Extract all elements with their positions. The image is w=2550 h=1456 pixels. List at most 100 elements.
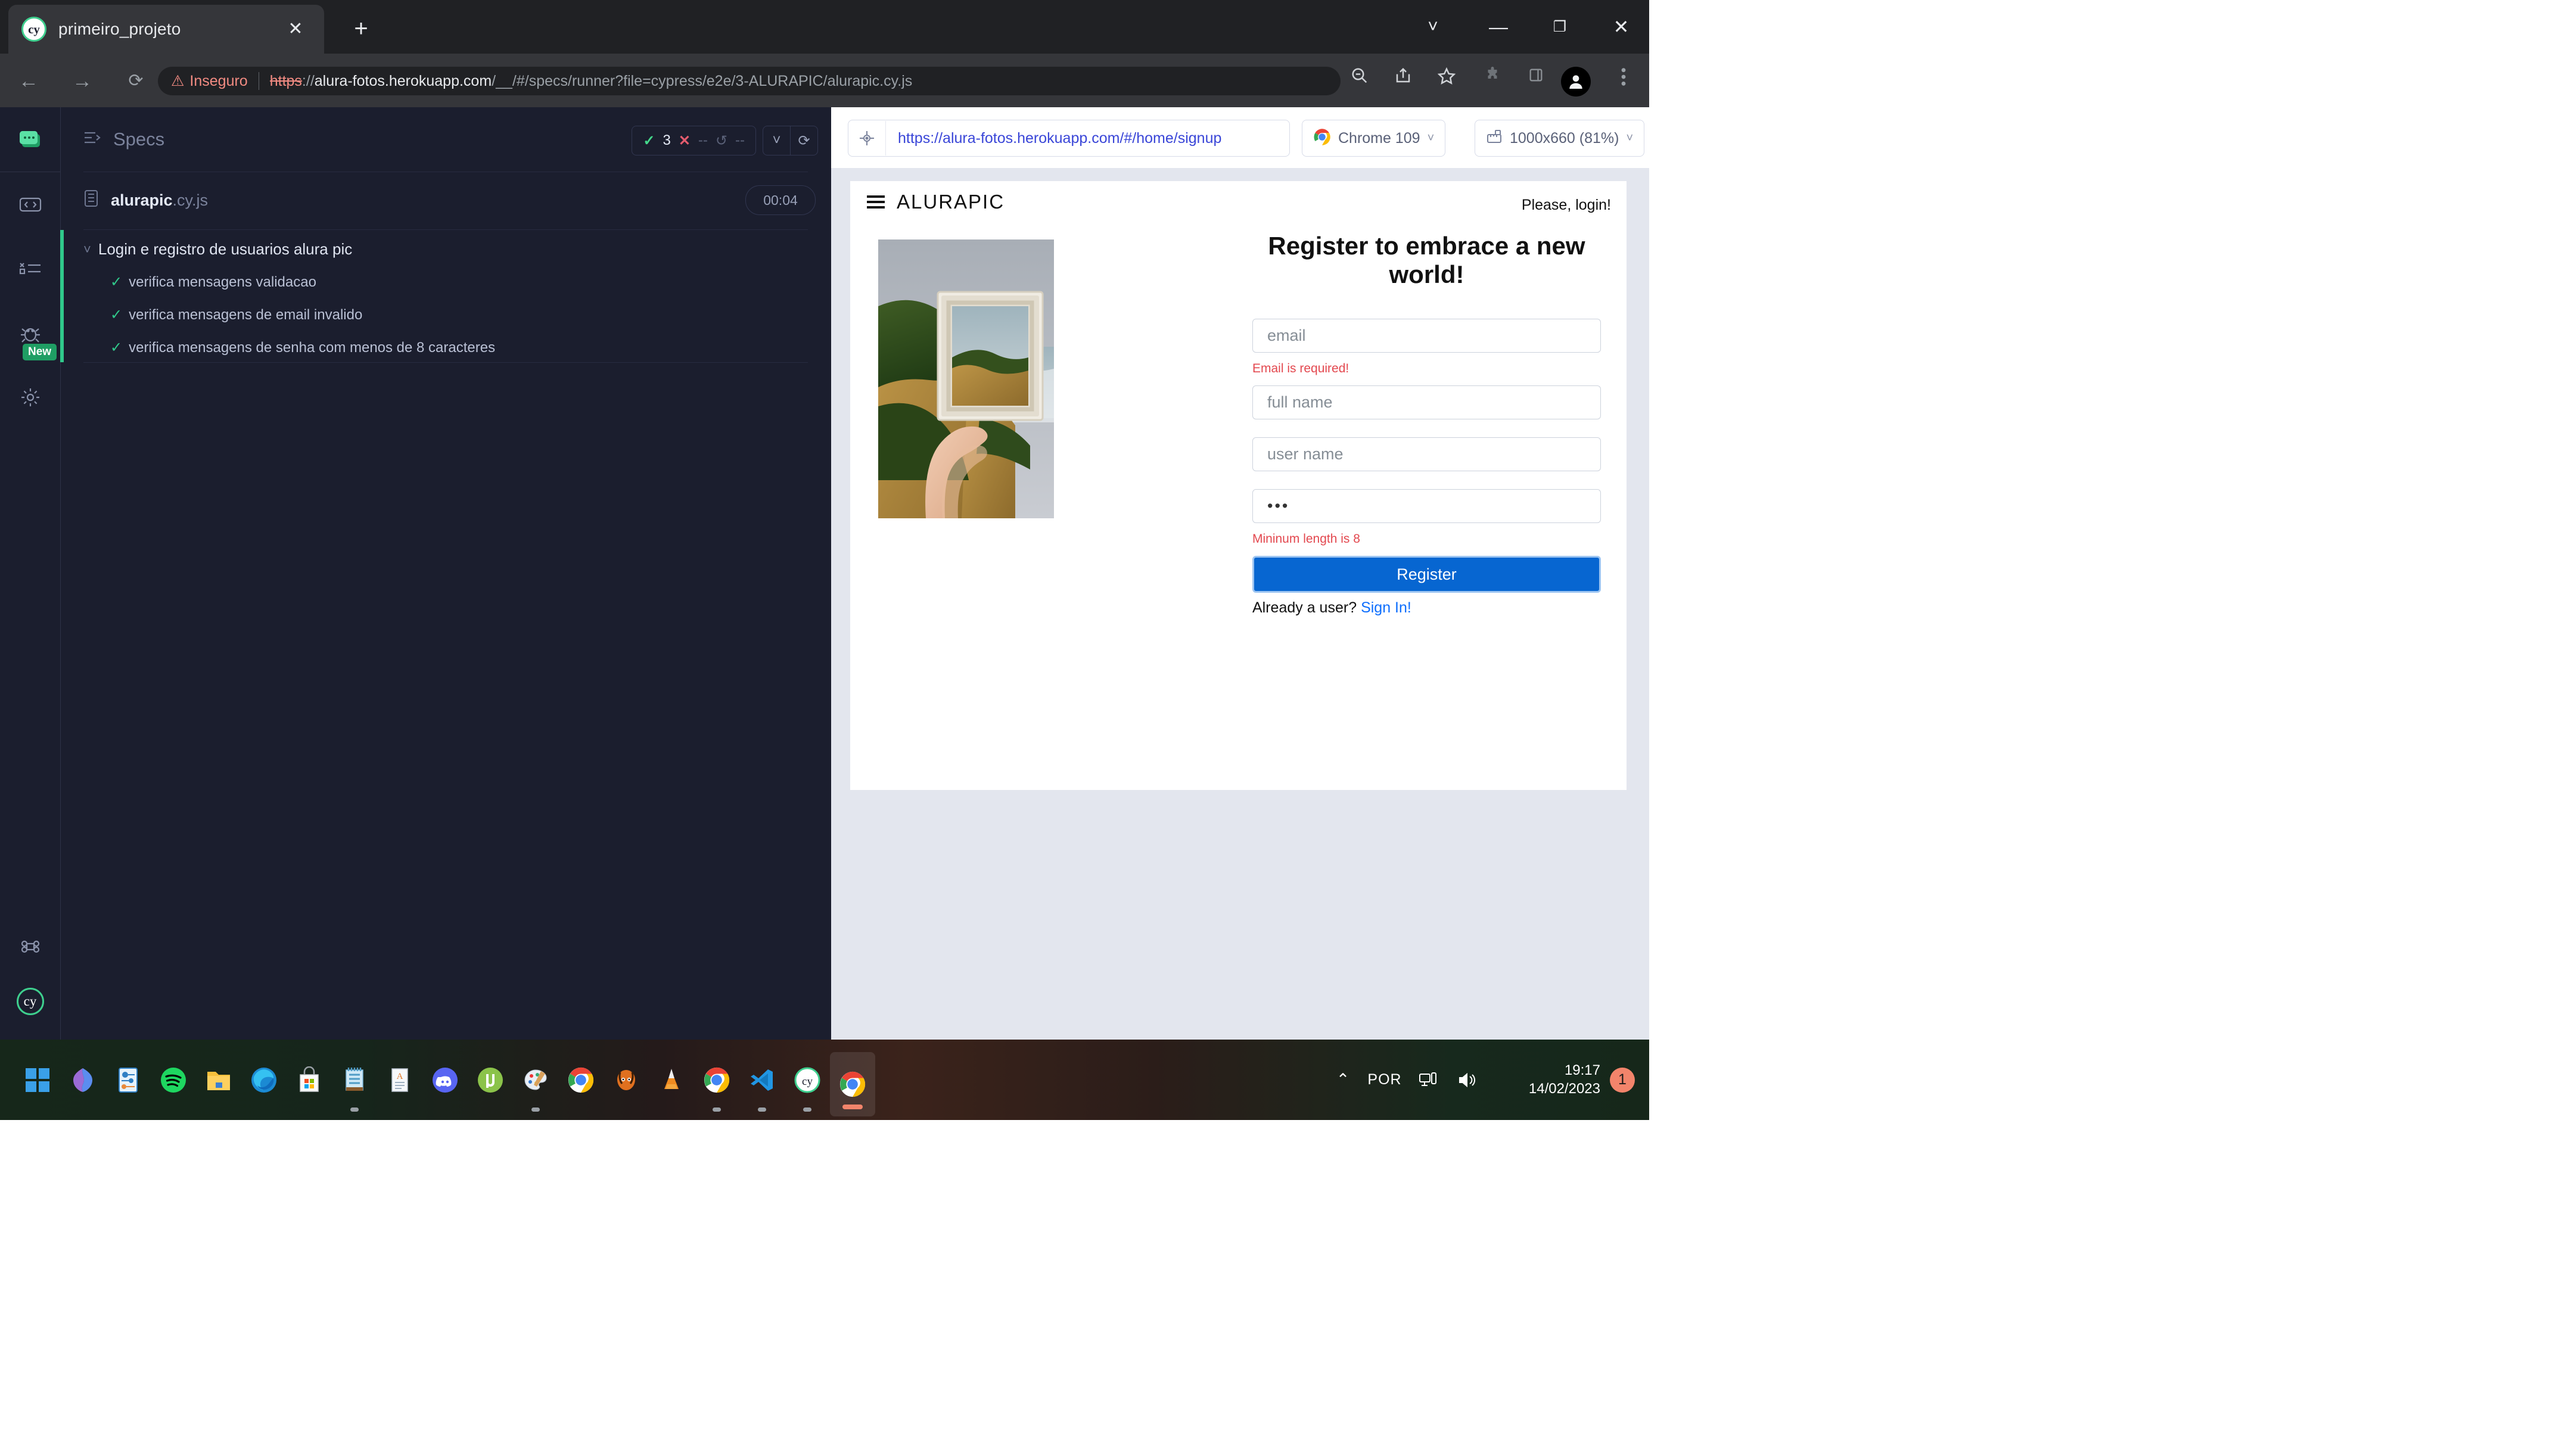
- test-result-row[interactable]: ✓ verifica mensagens de email invalido: [110, 306, 362, 323]
- element-selector-icon[interactable]: [848, 121, 886, 155]
- url-host: alura-fotos.herokuapp.com: [314, 72, 492, 89]
- browser-selector[interactable]: Chrome 109 ˅: [1302, 120, 1446, 157]
- taskbar-item-file-explorer[interactable]: [196, 1040, 241, 1120]
- email-error: Email is required!: [1252, 362, 1349, 375]
- plus-icon[interactable]: +: [346, 13, 377, 44]
- preview-toolbar: https://alura-fotos.herokuapp.com/#/home…: [831, 107, 1649, 168]
- clock[interactable]: 19:17 14/02/2023: [1487, 1040, 1604, 1120]
- running-indicator: [531, 1107, 540, 1112]
- email-field[interactable]: email: [1252, 319, 1601, 353]
- taskbar-item-edge[interactable]: [241, 1040, 287, 1120]
- test-result-row[interactable]: ✓ verifica mensagens de senha com menos …: [110, 339, 495, 356]
- running-indicator: [713, 1107, 721, 1112]
- url-scheme: https: [269, 72, 302, 89]
- login-prompt[interactable]: Please, login!: [1522, 197, 1611, 214]
- discord-icon: [433, 1067, 458, 1093]
- clock-time: 19:17: [1564, 1062, 1600, 1078]
- suite-name: Login e registro de usuarios alura pic: [98, 240, 353, 258]
- signin-text: Already a user?: [1252, 599, 1357, 616]
- language-indicator[interactable]: POR: [1361, 1040, 1408, 1120]
- chrome-browser-window: cy primeiro_projeto ✕ + ˅ — ❐ ✕ ← → ⟳ ⚠ …: [0, 0, 1649, 1120]
- taskbar-item-cypress[interactable]: cy: [785, 1040, 830, 1120]
- new-badge: New: [23, 344, 57, 360]
- chevron-up-icon[interactable]: ⌃: [1325, 1040, 1361, 1120]
- test-stats: ✓ 3 ✕ -- ↺ --: [632, 126, 756, 155]
- taskbar-item-chrome[interactable]: [558, 1040, 604, 1120]
- sidebar-item-runs[interactable]: [0, 237, 60, 301]
- chrome-icon: [1313, 128, 1331, 149]
- three-dot-menu-icon[interactable]: [1609, 67, 1638, 95]
- close-icon[interactable]: ✕: [1600, 8, 1642, 45]
- bookmark-star-icon[interactable]: [1432, 67, 1461, 95]
- signin-line: Already a user? Sign In!: [1252, 599, 1601, 617]
- taskbar-item-utorrent[interactable]: [468, 1040, 513, 1120]
- close-icon[interactable]: ✕: [284, 17, 307, 41]
- side-panel-icon[interactable]: [1521, 67, 1551, 95]
- minimize-icon[interactable]: —: [1478, 8, 1519, 45]
- check-icon: ✓: [110, 274, 123, 290]
- chevron-down-icon[interactable]: ˅: [1412, 8, 1454, 45]
- browser-tab[interactable]: cy primeiro_projeto ✕: [8, 5, 324, 54]
- restore-icon[interactable]: ❐: [1539, 8, 1581, 45]
- chevron-down-icon[interactable]: ˅: [763, 132, 790, 149]
- viewport-selector[interactable]: 1000x660 (81%) ˅: [1475, 120, 1645, 157]
- sidebar-item-project-switcher[interactable]: [0, 107, 60, 172]
- windows-start-icon: [26, 1068, 49, 1092]
- taskbar-item-microsoft-store[interactable]: [287, 1040, 332, 1120]
- reload-circular-icon[interactable]: ⟳: [791, 132, 817, 150]
- circle-dash-icon: ↺: [715, 132, 728, 149]
- taskbar-item-vscode[interactable]: [739, 1040, 785, 1120]
- url-path: /__/#/specs/runner?file=cypress/e2e/3-AL…: [492, 72, 913, 89]
- cypress-icon: cy: [794, 1067, 820, 1093]
- network-icon[interactable]: [1408, 1040, 1448, 1120]
- taskbar-apps: A cy: [15, 1040, 875, 1120]
- profile-avatar-icon[interactable]: [1561, 67, 1591, 97]
- cy-logo-icon: cy: [16, 988, 44, 1015]
- forward-arrow-icon[interactable]: →: [67, 66, 98, 97]
- puzzle-extensions-icon[interactable]: [1478, 67, 1507, 95]
- sidebar-item-cypress-logo[interactable]: cy: [0, 974, 60, 1029]
- hamburger-menu-icon[interactable]: [867, 195, 885, 209]
- spec-file-row[interactable]: alurapic .cy.js 00:04: [60, 172, 831, 229]
- test-suite-header[interactable]: ˅ Login e registro de usuarios alura pic: [83, 240, 352, 259]
- notification-badge[interactable]: 1: [1604, 1040, 1641, 1120]
- sidebar-item-specs[interactable]: [0, 172, 60, 237]
- test-result-row[interactable]: ✓ verifica mensagens validacao: [110, 273, 316, 291]
- signin-link[interactable]: Sign In!: [1361, 599, 1411, 616]
- taskbar-item-paint[interactable]: [513, 1040, 558, 1120]
- taskbar-item-word[interactable]: A: [377, 1040, 422, 1120]
- sidebar-item-keyboard-shortcuts[interactable]: [0, 919, 60, 974]
- register-form: Register to embrace a new world! email E…: [1252, 232, 1601, 617]
- zoom-out-icon[interactable]: [1345, 67, 1374, 95]
- edge-icon: [251, 1067, 276, 1093]
- chrome-icon: [568, 1067, 594, 1093]
- start-button[interactable]: [15, 1040, 60, 1120]
- username-field[interactable]: user name: [1252, 437, 1601, 471]
- share-icon[interactable]: [1388, 67, 1418, 95]
- reload-icon[interactable]: ⟳: [120, 66, 151, 97]
- address-bar[interactable]: ⚠ Inseguro https://alura-fotos.herokuapp…: [158, 67, 1341, 95]
- taskbar-item-spotify[interactable]: [151, 1040, 196, 1120]
- taskbar-item-settings[interactable]: [105, 1040, 151, 1120]
- sidebar-item-settings[interactable]: [0, 365, 60, 430]
- taskbar-item-vlc[interactable]: [649, 1040, 694, 1120]
- viewport-label: 1000x660 (81%): [1510, 129, 1619, 147]
- taskbar-item-discord[interactable]: [422, 1040, 468, 1120]
- password-error: Mininum length is 8: [1252, 532, 1360, 546]
- password-field[interactable]: •••: [1252, 489, 1601, 523]
- specs-list-icon: [83, 130, 101, 150]
- fullname-field[interactable]: full name: [1252, 385, 1601, 419]
- windows-taskbar: A cy ⌃ POR 19:17 14/02/2023 1: [0, 1040, 1649, 1120]
- utorrent-icon: [478, 1067, 503, 1093]
- volume-icon[interactable]: [1448, 1040, 1487, 1120]
- viewport-ruler-icon: [1486, 129, 1503, 148]
- taskbar-item-chrome-2[interactable]: [694, 1040, 739, 1120]
- taskbar-item-chrome-active[interactable]: [830, 1051, 875, 1116]
- preview-url-bar[interactable]: https://alura-fotos.herokuapp.com/#/home…: [848, 120, 1290, 157]
- taskbar-item-notepad[interactable]: [332, 1040, 377, 1120]
- taskbar-item-copilot[interactable]: [60, 1040, 105, 1120]
- back-arrow-icon[interactable]: ←: [13, 66, 44, 97]
- taskbar-item-gimp[interactable]: [604, 1040, 649, 1120]
- sidebar-item-debug[interactable]: New: [0, 301, 60, 365]
- register-button[interactable]: Register: [1252, 556, 1601, 593]
